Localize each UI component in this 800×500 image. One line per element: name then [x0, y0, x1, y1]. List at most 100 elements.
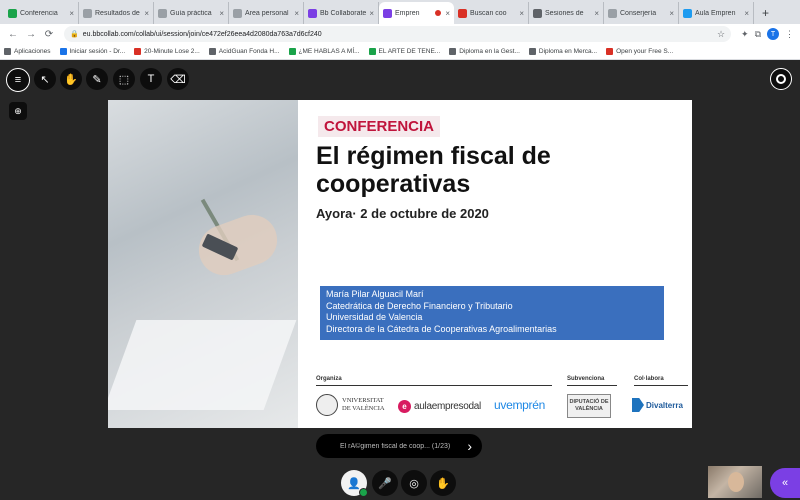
speaker-role: Catedrática de Derecho Financiero y Trib… — [326, 300, 513, 311]
hand-icon: ✋ — [64, 73, 78, 86]
tab-close-icon[interactable]: × — [669, 9, 674, 18]
camera-button[interactable]: ◎ — [401, 470, 427, 496]
microphone-button[interactable]: 🎤 — [372, 470, 398, 496]
subvenciona-label: Subvenciona — [567, 376, 605, 382]
raise-hand-button[interactable]: ✋ — [430, 470, 456, 496]
tab-title: Conferencia — [20, 9, 58, 17]
bookmark-star-icon[interactable]: ☆ — [717, 29, 725, 40]
browser-tab[interactable]: Sesiones de × — [529, 2, 604, 24]
bookmark-item[interactable]: 20-Minute Lose 2... — [134, 48, 200, 55]
my-status-button[interactable]: 👤 — [341, 470, 368, 497]
back-icon[interactable]: ← — [6, 29, 20, 40]
pan-tool-button[interactable]: ✋ — [60, 68, 82, 90]
bookmark-item[interactable]: AcidGuan Fonda H... — [208, 48, 280, 55]
user-avatar-icon: 👤 — [347, 477, 361, 490]
browser-tab[interactable]: Conferencia × — [4, 2, 79, 24]
browser-tab[interactable]: Resultados de × — [79, 2, 154, 24]
bookmark-label: 20-Minute Lose 2... — [144, 48, 200, 55]
pointer-tool-button[interactable]: ↖ — [34, 68, 56, 90]
microphone-muted-icon: 🎤 — [378, 477, 392, 490]
text-tool-button[interactable]: T — [140, 68, 162, 90]
address-bar: ← → ⟳ 🔒 eu.bbcollab.com/collab/ui/sessio… — [0, 24, 800, 44]
bookmark-item[interactable]: Diploma en Merca... — [528, 48, 597, 55]
browser-tab[interactable]: Aula Empren × — [679, 2, 754, 24]
bookmark-favicon-icon — [528, 48, 536, 55]
browser-menu-icon[interactable]: ⋮ — [785, 29, 794, 40]
tab-close-icon[interactable]: × — [219, 9, 224, 18]
next-slide-icon[interactable]: › — [467, 438, 472, 454]
uv-logo: VNIVERSITAT DE VALÈNCIA — [316, 394, 385, 416]
tab-title: Sesiones de — [545, 9, 584, 17]
bookmark-item[interactable]: ¿ME HABLAS A MÍ... — [288, 48, 360, 55]
tab-close-icon[interactable]: × — [445, 9, 450, 18]
browser-tab[interactable]: Bb Collaborate × — [304, 2, 379, 24]
bookmark-item[interactable]: Open your Free S... — [606, 48, 673, 55]
tab-title: Conserjería — [620, 9, 657, 17]
slide-photo — [108, 100, 298, 428]
uv-seal-icon — [316, 394, 338, 416]
bookmark-favicon-icon — [59, 48, 67, 55]
reload-icon[interactable]: ⟳ — [42, 29, 56, 40]
tab-close-icon[interactable]: × — [744, 9, 749, 18]
bookmark-label: EL ARTE DE TENE... — [378, 48, 441, 55]
bookmark-item[interactable]: Iniciar sesión - Dr... — [59, 48, 125, 55]
browser-tab[interactable]: Empren × — [379, 2, 454, 24]
bookmark-label: Aplicaciones — [14, 48, 51, 55]
subvenciona-divider — [567, 385, 617, 386]
presenter-video[interactable] — [708, 466, 762, 498]
shape-tool-button[interactable]: ⬚ — [113, 68, 135, 90]
tab-close-icon[interactable]: × — [369, 9, 374, 18]
tab-recording-icon — [435, 10, 442, 16]
uvempren-logo: uvemprén — [494, 398, 545, 412]
tab-title: Resultados de — [95, 9, 140, 17]
forward-icon[interactable]: → — [24, 29, 38, 40]
speaker-university: Universidad de Valencia — [326, 312, 423, 322]
bookmark-item[interactable]: EL ARTE DE TENE... — [368, 48, 441, 55]
browser-tab[interactable]: Guía práctica × — [154, 2, 229, 24]
text-icon: T — [147, 73, 155, 85]
tab-close-icon[interactable]: × — [594, 9, 599, 18]
record-icon — [776, 74, 786, 84]
aula-logo-text: aulaempresodal — [414, 401, 481, 412]
bookmark-item[interactable]: Aplicaciones — [4, 48, 51, 55]
url-field[interactable]: 🔒 eu.bbcollab.com/collab/ui/session/join… — [64, 26, 732, 42]
diputacio-logo: DIPUTACIÓ DE VALÈNCIA — [567, 394, 611, 418]
zoom-button[interactable]: ⊕ — [9, 102, 27, 120]
record-button[interactable] — [770, 68, 792, 90]
tab-title: Guía práctica — [170, 9, 212, 17]
conference-tag: CONFERENCIA — [318, 116, 441, 137]
chevron-left-icon: « — [781, 477, 789, 489]
tab-close-icon[interactable]: × — [69, 9, 74, 18]
shape-icon: ⬚ — [118, 73, 130, 86]
zoom-icon: ⊕ — [14, 105, 22, 116]
pen-tool-button[interactable]: ✎ — [86, 68, 108, 90]
extensions-puzzle-icon[interactable]: ⧉ — [755, 29, 761, 40]
bookmark-favicon-icon — [449, 48, 457, 55]
session-menu-button[interactable]: ≡ — [6, 68, 30, 92]
status-available-icon — [359, 488, 368, 497]
speaker-box: María Pilar Alguacil Marí Catedrática de… — [320, 286, 664, 340]
uv-logo-line2: DE VALÈNCIA — [342, 405, 385, 412]
tab-title: Buscan coo — [470, 9, 507, 17]
browser-tab[interactable]: Buscan coo × — [454, 2, 529, 24]
divalterra-icon — [632, 398, 644, 412]
bookmarks-bar: Aplicaciones Iniciar sesión - Dr... 20-Min… — [0, 44, 800, 60]
browser-tab[interactable]: Conserjería × — [604, 2, 679, 24]
browser-tab[interactable]: Área personal × — [229, 2, 304, 24]
bookmark-favicon-icon — [368, 48, 376, 55]
bookmark-item[interactable]: Diploma en la Gest... — [449, 48, 520, 55]
colabora-divider — [634, 385, 688, 386]
profile-avatar[interactable]: T — [767, 28, 779, 40]
tab-close-icon[interactable]: × — [294, 9, 299, 18]
speaker-name: María Pilar Alguacil Marí — [326, 289, 424, 299]
extension-icon[interactable]: ✦ — [741, 29, 749, 40]
pointer-icon: ↖ — [40, 73, 50, 86]
bookmark-label: ¿ME HABLAS A MÍ... — [298, 48, 360, 55]
new-tab-button[interactable]: + — [754, 2, 777, 24]
eraser-tool-button[interactable]: ⌫ — [167, 68, 189, 90]
tab-close-icon[interactable]: × — [519, 9, 524, 18]
tab-favicon-icon — [383, 8, 392, 18]
tab-favicon-icon — [608, 8, 617, 18]
open-collaborate-panel-button[interactable]: « — [770, 468, 800, 498]
tab-close-icon[interactable]: × — [144, 9, 149, 18]
